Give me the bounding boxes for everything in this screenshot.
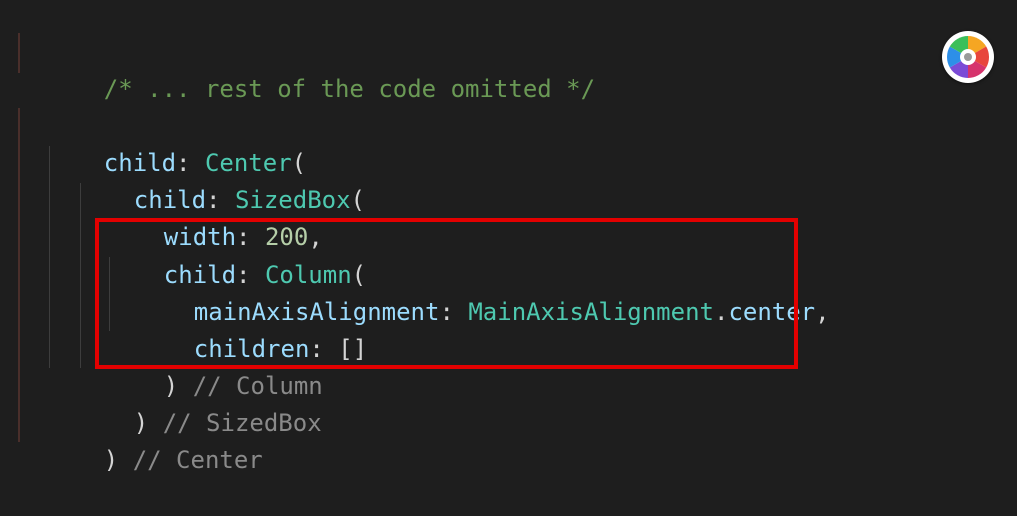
- color-wheel-icon[interactable]: [942, 31, 994, 83]
- gutter-marker-body: [18, 108, 20, 442]
- closing-label-center: // Center: [118, 446, 263, 474]
- code-editor: /* ... rest of the code omitted */ child…: [0, 0, 1017, 493]
- code-line-close-sizedbox: ) // SizedBox: [76, 368, 322, 437]
- color-wheel-graphic: [946, 36, 990, 78]
- gutter-marker-top: [18, 33, 20, 73]
- open-paren: (: [350, 186, 365, 214]
- comment-text: /* ... rest of the code omitted */: [103, 75, 596, 103]
- code-line-width: width: 200,: [106, 182, 323, 251]
- close-paren: ): [103, 446, 119, 474]
- code-line-center: child: Center(: [46, 108, 306, 177]
- comma: ,: [815, 298, 830, 326]
- highlight-box: [95, 218, 798, 369]
- code-line-comment: /* ... rest of the code omitted */: [46, 34, 595, 103]
- code-line-sizedbox: child: SizedBox(: [76, 145, 365, 214]
- code-line-close-center: ) // Center: [46, 405, 263, 474]
